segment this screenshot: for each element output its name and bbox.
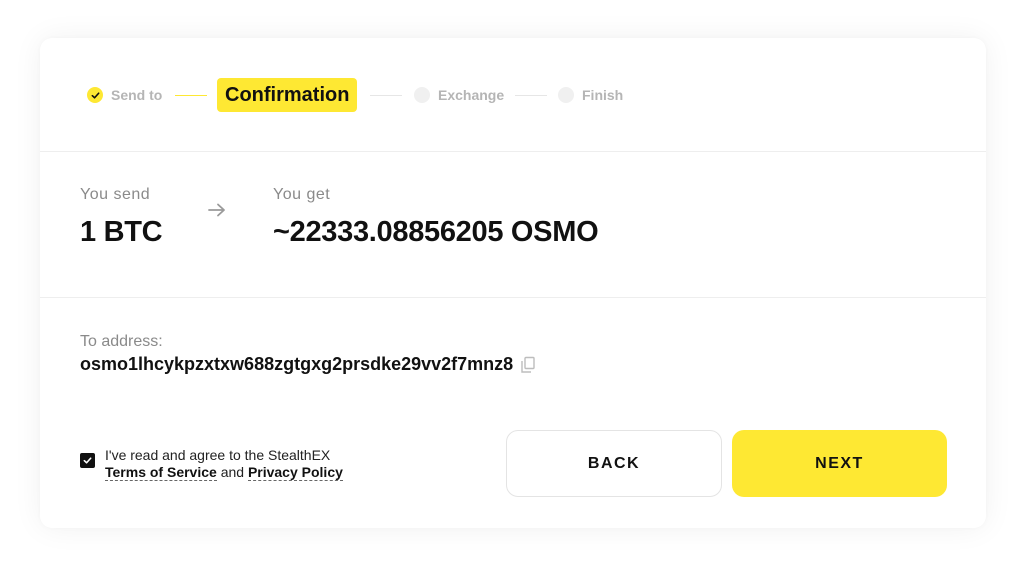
address-row: osmo1lhcykpzxtxw688zgtgxg2prsdke29vv2f7m… bbox=[80, 354, 536, 375]
step-label: Finish bbox=[582, 87, 624, 103]
step-send-to: Send to bbox=[87, 78, 162, 112]
to-address-value: osmo1lhcykpzxtxw688zgtgxg2prsdke29vv2f7m… bbox=[80, 354, 514, 374]
you-send-label: You send bbox=[80, 186, 151, 203]
exchange-confirmation-card: Send to Confirmation Exchange Finish You… bbox=[40, 38, 986, 528]
step-connector bbox=[175, 95, 207, 96]
step-connector bbox=[515, 95, 547, 96]
check-icon bbox=[87, 87, 103, 103]
step-label-active: Confirmation bbox=[217, 78, 358, 112]
step-label: Exchange bbox=[438, 87, 505, 103]
terms-of-service-link[interactable]: Terms of Service bbox=[105, 464, 217, 481]
to-address-label: To address: bbox=[80, 333, 163, 350]
step-pending-dot-icon bbox=[414, 87, 430, 103]
step-label: Send to bbox=[111, 87, 163, 103]
copy-icon[interactable] bbox=[520, 356, 536, 374]
you-get-value: ~22333.08856205 OSMO bbox=[273, 216, 599, 248]
stepper: Send to Confirmation Exchange Finish bbox=[40, 38, 986, 152]
step-confirmation: Confirmation bbox=[217, 78, 358, 112]
step-exchange: Exchange bbox=[414, 78, 504, 112]
step-finish: Finish bbox=[558, 78, 623, 112]
privacy-policy-link[interactable]: Privacy Policy bbox=[247, 464, 343, 481]
agreement-prefix: I've read and agree to the StealthEX bbox=[105, 447, 331, 463]
agreement-conjunction: and bbox=[220, 464, 245, 480]
you-get-label: You get bbox=[273, 186, 331, 203]
back-button[interactable]: BACK bbox=[506, 430, 722, 497]
agreement-text: I've read and agree to the StealthEX Ter… bbox=[105, 447, 343, 481]
agree-checkbox[interactable] bbox=[80, 453, 95, 468]
arrow-right-icon bbox=[208, 203, 225, 217]
step-connector bbox=[370, 95, 402, 96]
exchange-summary: You send 1 BTC You get ~22333.08856205 O… bbox=[40, 152, 986, 298]
you-send-value: 1 BTC bbox=[80, 216, 163, 248]
step-pending-dot-icon bbox=[558, 87, 574, 103]
terms-agreement: I've read and agree to the StealthEX Ter… bbox=[80, 447, 343, 481]
next-button[interactable]: NEXT bbox=[732, 430, 947, 497]
check-icon bbox=[83, 457, 92, 464]
